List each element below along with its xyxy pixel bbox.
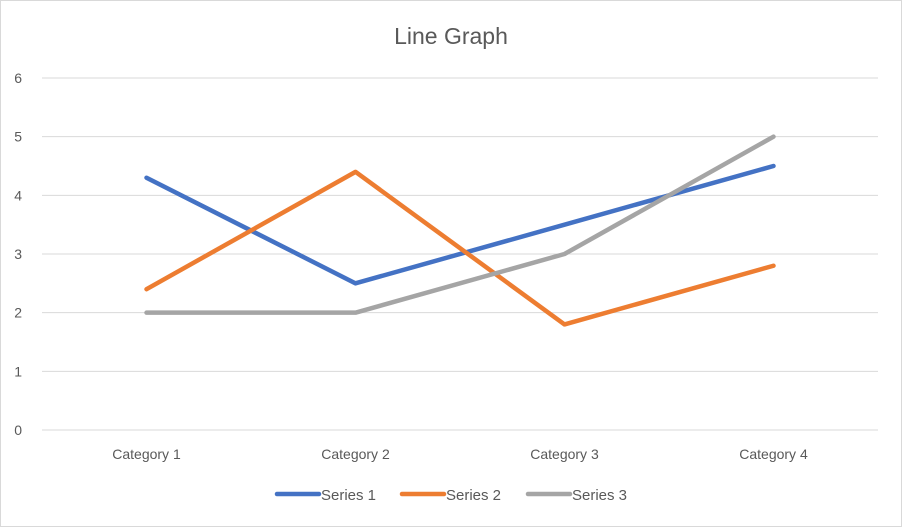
y-tick-label: 1 <box>14 363 22 379</box>
y-axis-ticks: 0 1 2 3 4 5 6 <box>14 70 22 438</box>
series-lines <box>144 134 776 327</box>
y-tick-label: 2 <box>14 305 22 321</box>
x-tick-label: Category 1 <box>112 446 181 462</box>
legend-item-1: Series 1 <box>274 487 376 504</box>
series-line-2 <box>144 169 776 327</box>
series-line-1 <box>144 163 776 286</box>
y-tick-label: 3 <box>14 246 22 262</box>
legend-item-2: Series 2 <box>399 487 501 504</box>
x-axis-ticks: Category 1 Category 2 Category 3 Category 4 <box>112 446 808 462</box>
x-tick-label: Category 3 <box>530 446 599 462</box>
legend-item-3: Series 3 <box>525 487 627 504</box>
x-tick-label: Category 2 <box>321 446 390 462</box>
y-tick-label: 4 <box>14 187 22 203</box>
chart-title: Line Graph <box>394 23 508 49</box>
x-tick-label: Category 4 <box>739 446 808 462</box>
legend-label: Series 2 <box>446 487 501 504</box>
legend-label: Series 3 <box>572 487 627 504</box>
y-tick-label: 0 <box>14 422 22 438</box>
line-chart: Line Graph 0123456 Category 1 Category 2C… <box>14 23 878 504</box>
legend-label: Series 1 <box>321 487 376 504</box>
legend: Series 1 Series 2 Series 3 <box>274 487 627 504</box>
y-tick-label: 5 <box>14 129 22 145</box>
y-tick-label: 6 <box>14 70 22 86</box>
